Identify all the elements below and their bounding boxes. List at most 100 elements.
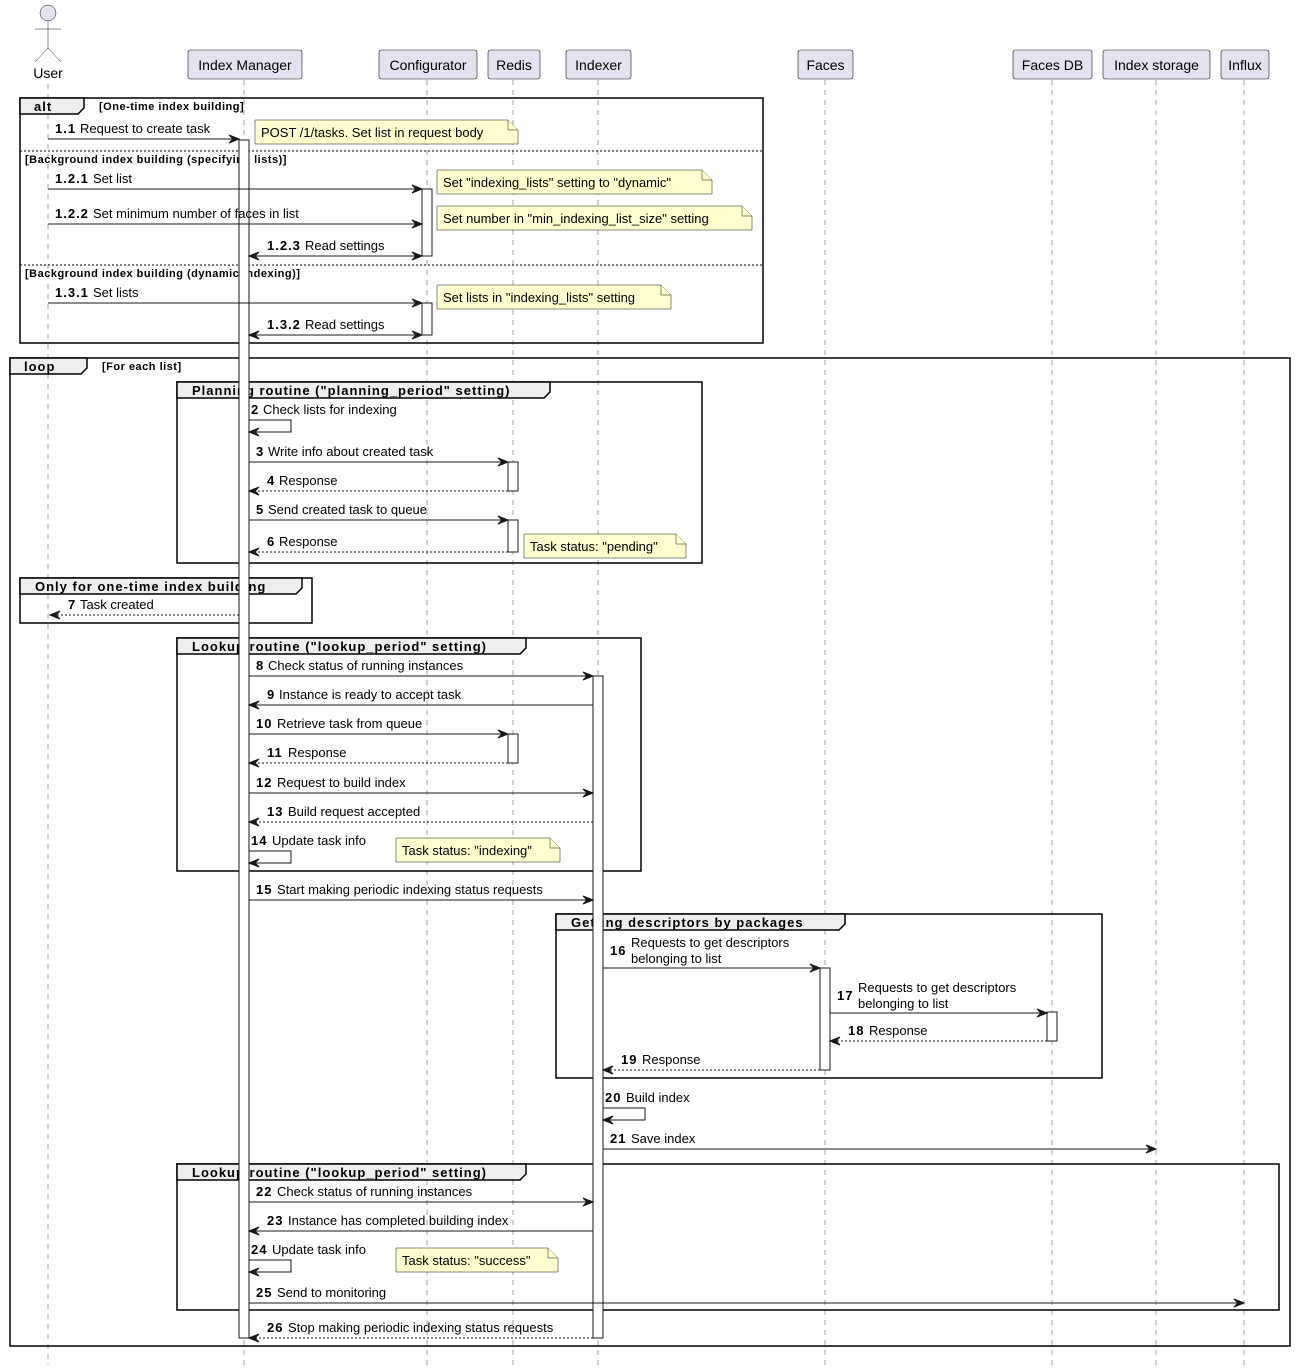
frame-title: loop [24, 359, 55, 374]
message-label: Request to build index [277, 775, 406, 790]
message-label: Read settings [305, 238, 385, 253]
message-label: Read settings [305, 317, 385, 332]
activation-bar-im [238, 139, 250, 1339]
message-label: Request to create task [80, 121, 211, 136]
message-number: 13 [267, 804, 283, 819]
message-label: Set list [93, 171, 132, 186]
message-5: 5 Send created task to queue [249, 502, 510, 525]
note-corner-fold [549, 838, 560, 849]
arrow-left-icon [247, 817, 260, 827]
message-label: Build index [626, 1090, 690, 1105]
frame-title: alt [34, 99, 52, 114]
note-corner-fold [660, 285, 671, 296]
participant-im: Index Manager [187, 49, 303, 80]
participant-label: Indexer [575, 57, 622, 73]
message-number: 5 [256, 502, 264, 517]
frame-guard: [For each list] [102, 361, 182, 373]
message-number: 23 [267, 1213, 283, 1228]
note-corner-fold [741, 206, 752, 217]
message-8: 8 Check status of running instances [249, 658, 595, 681]
message-number: 1.2.1 [55, 171, 89, 186]
message-number: 25 [256, 1285, 272, 1300]
participant-istore: Index storage [1102, 49, 1211, 80]
message-1-3-2: 1.3.2 Read settings [247, 317, 424, 340]
note-text: Set lists in "indexing_lists" setting [443, 290, 635, 305]
message-1-2-1: 1.2.1 Set list [48, 171, 424, 194]
activation-bar-redis [507, 519, 519, 553]
message-number: 10 [256, 716, 272, 731]
note-n1: POST /1/tasks. Set list in request body [254, 119, 519, 145]
note-text: POST /1/tasks. Set list in request body [261, 125, 484, 140]
activation-bar-idx [592, 675, 604, 1339]
activation-bar-redis [507, 461, 519, 492]
message-1-1: 1.1 Request to create task [48, 121, 241, 144]
message-label-line2: belonging to list [858, 996, 949, 1011]
activation-bar-cfg [421, 188, 433, 257]
message-3: 3 Write info about created task [249, 444, 510, 467]
note-corner-fold [547, 1248, 558, 1259]
message-number: 8 [256, 658, 264, 673]
message-number: 1.2.3 [267, 238, 301, 253]
message-17: 17 Requests to get descriptorsbelonging t… [830, 980, 1049, 1018]
message-19: 19 Response [601, 1052, 820, 1075]
note-n5: Task status: "pending" [523, 533, 687, 559]
message-label: Requests to get descriptors [858, 980, 1017, 995]
message-9: 9 Instance is ready to accept task [247, 687, 593, 710]
message-label: Check status of running instances [277, 1184, 473, 1199]
message-10: 10 Retrieve task from queue [249, 716, 510, 739]
frame-loop: loop [For each list] [9, 357, 1291, 1347]
note-n6: Task status: "indexing" [395, 837, 561, 863]
message-25: 25 Send to monitoring [249, 1285, 1246, 1308]
message-number: 18 [848, 1023, 864, 1038]
message-number: 16 [610, 943, 626, 958]
note-text: Set "indexing_lists" setting to "dynamic… [443, 175, 671, 190]
note-text: Task status: "indexing" [402, 843, 532, 858]
actor-legs [34, 47, 62, 63]
participant-label: Faces [806, 57, 844, 73]
note-text: Task status: "pending" [530, 539, 658, 554]
message-1-2-3: 1.2.3 Read settings [247, 238, 424, 261]
message-13: 13 Build request accepted [247, 804, 593, 827]
message-number: 12 [256, 775, 272, 790]
message-label: Save index [631, 1131, 696, 1146]
note-n4: Set lists in "indexing_lists" setting [436, 284, 672, 310]
participant-label: User [33, 65, 63, 81]
participant-redis: Redis [487, 49, 541, 80]
message-1-3-1: 1.3.1 Set lists [48, 285, 424, 308]
message-7: 7 Task created [48, 597, 239, 620]
message-number: 2 [251, 402, 259, 417]
message-label: Response [279, 534, 338, 549]
message-16: 16 Requests to get descriptorsbelonging t… [603, 935, 822, 973]
message-number: 1.1 [55, 121, 76, 136]
message-label: Start making periodic indexing status re… [277, 882, 543, 897]
message-26: 26 Stop making periodic indexing status r… [247, 1320, 593, 1343]
message-label: Set lists [93, 285, 139, 300]
message-number: 26 [267, 1320, 283, 1335]
message-23: 23 Instance has completed building index [247, 1213, 593, 1236]
message-label: Requests to get descriptors [631, 935, 790, 950]
message-1-2-2: 1.2.2 Set minimum number of faces in list [48, 206, 424, 229]
message-22: 22 Check status of running instances [249, 1184, 595, 1207]
participant-fdb: Faces DB [1012, 49, 1093, 80]
arrow-left-icon [247, 486, 260, 496]
message-label: Write info about created task [268, 444, 434, 459]
message-number: 21 [610, 1131, 626, 1146]
message-number: 3 [256, 444, 264, 459]
note-corner-fold [701, 170, 712, 181]
message-14: 14 Update task info [247, 833, 366, 868]
participant-cfg: Configurator [378, 49, 478, 80]
message-label: Stop making periodic indexing status req… [288, 1320, 554, 1335]
sequence-diagram: alt [One-time index building] [Background … [9, 4, 1291, 1365]
message-label: Retrieve task from queue [277, 716, 422, 731]
arrow-left-icon [247, 758, 260, 768]
message-number: 24 [251, 1242, 267, 1257]
message-number: 17 [837, 988, 853, 1003]
message-number: 1.3.2 [267, 317, 301, 332]
participant-label: Faces DB [1022, 57, 1083, 73]
message-label: Instance has completed building index [288, 1213, 509, 1228]
frame-title: Getting descriptors by packages [571, 915, 804, 930]
note-text: Set number in "min_indexing_list_size" s… [443, 211, 709, 226]
participant-label: Configurator [389, 57, 466, 73]
frame-section-guard: [Background index building (dynamic inde… [25, 268, 300, 280]
frame-border [9, 357, 1291, 1347]
